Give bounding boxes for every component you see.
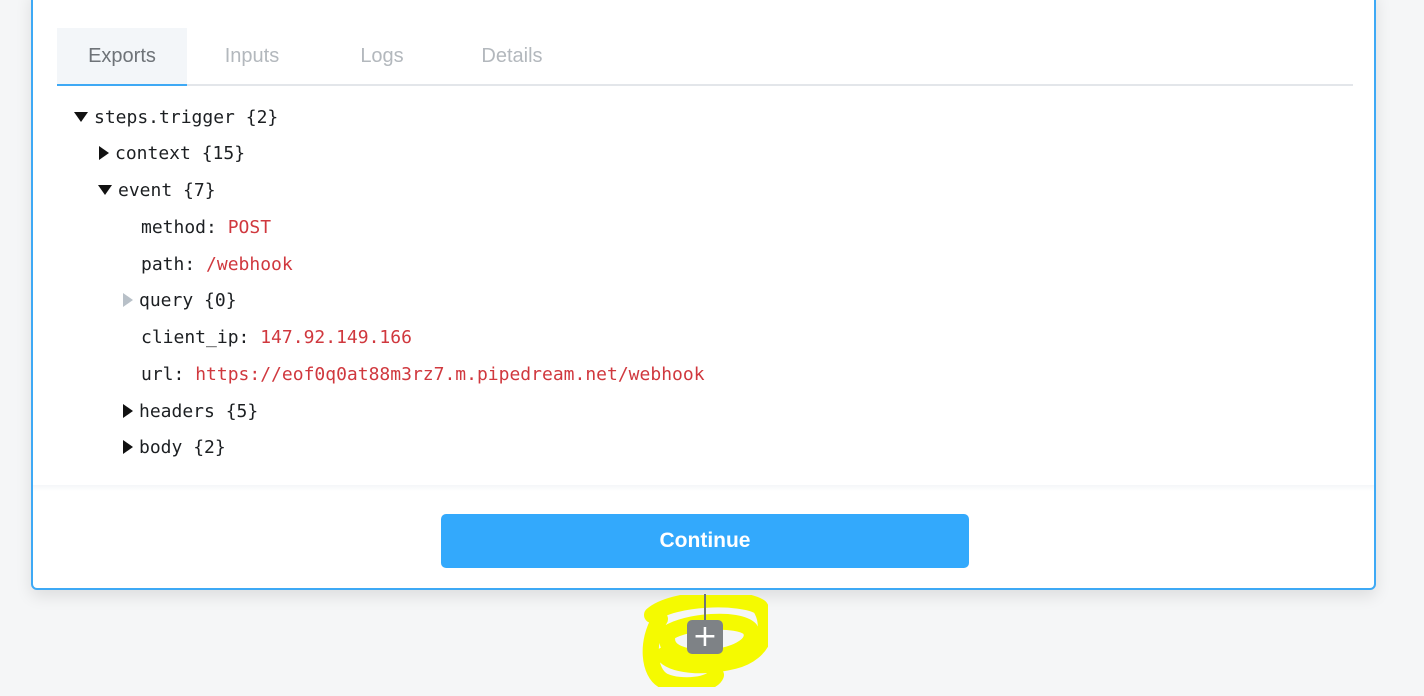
leaf-key: method: — [141, 217, 217, 238]
tree-leaf-url: url: https://eof0q0at88m3rz7.m.pipedream… — [141, 363, 705, 387]
caret-right-icon[interactable] — [123, 439, 133, 454]
node-count: {2} — [245, 107, 279, 128]
tree-node-context[interactable]: context {15} — [99, 142, 245, 166]
leaf-key: path: — [141, 254, 196, 275]
tree-leaf-method: method: POST — [141, 216, 271, 240]
node-key: body — [139, 437, 183, 458]
tree-node-headers[interactable]: headers {5} — [123, 400, 258, 424]
footer-divider — [33, 485, 1374, 491]
tab-inputs[interactable]: Inputs — [187, 28, 317, 84]
caret-right-icon[interactable] — [123, 292, 133, 307]
tree-node-body[interactable]: body {2} — [123, 436, 226, 460]
continue-button[interactable]: Continue — [441, 514, 969, 568]
node-count: {0} — [204, 290, 237, 311]
leaf-value: /webhook — [206, 254, 293, 275]
leaf-key: url: — [141, 364, 185, 385]
caret-right-icon[interactable] — [99, 145, 109, 160]
caret-down-icon[interactable] — [98, 184, 112, 195]
node-count: {7} — [183, 180, 216, 201]
node-key: headers — [139, 401, 215, 422]
tree-node-query[interactable]: query {0} — [123, 289, 237, 313]
node-count: {15} — [201, 143, 246, 164]
result-tabs: Exports Inputs Logs Details — [57, 28, 1353, 86]
tab-logs[interactable]: Logs — [317, 28, 447, 84]
tab-exports[interactable]: Exports — [57, 28, 187, 86]
node-key: query — [139, 290, 194, 311]
leaf-value: 147.92.149.166 — [260, 327, 412, 348]
caret-down-icon[interactable] — [74, 111, 88, 122]
node-count: {2} — [193, 437, 226, 458]
add-step-button[interactable]: + — [687, 620, 723, 654]
tab-details[interactable]: Details — [447, 28, 577, 84]
tree-leaf-client-ip: client_ip: 147.92.149.166 — [141, 326, 412, 350]
plus-icon: + — [692, 619, 718, 654]
tree-node-event[interactable]: event {7} — [98, 179, 216, 203]
node-key: event — [118, 180, 173, 201]
tree-node-steps-trigger[interactable]: steps.trigger {2} — [74, 106, 278, 130]
tree-leaf-path: path: /webhook — [141, 253, 293, 277]
leaf-value: POST — [227, 217, 272, 238]
node-key: steps.trigger — [94, 107, 235, 128]
node-key: context — [115, 143, 191, 164]
leaf-value: https://eof0q0at88m3rz7.m.pipedream.net/… — [195, 364, 705, 385]
node-count: {5} — [225, 401, 259, 422]
step-connector — [704, 594, 706, 620]
caret-right-icon[interactable] — [123, 403, 133, 418]
leaf-key: client_ip: — [141, 327, 250, 348]
